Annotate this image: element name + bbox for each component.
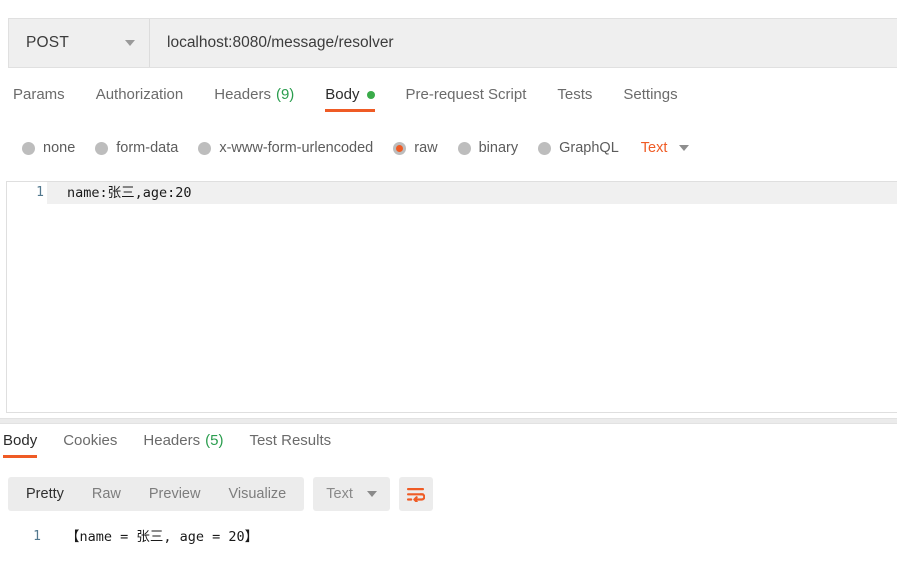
line-number: 1 (33, 529, 41, 544)
response-tab-bar: Body Cookies Headers (5) Test Results (0, 432, 897, 462)
response-viewer-toolbar: Pretty Raw Preview Visualize Text (8, 477, 433, 511)
body-type-form-data[interactable]: form-data (95, 140, 178, 156)
body-type-x-www-form-urlencoded[interactable]: x-www-form-urlencoded (198, 140, 373, 156)
radio-icon (22, 141, 35, 155)
response-format-label: Text (326, 486, 353, 502)
response-line-text: 【name = 张三, age = 20】 (66, 529, 259, 545)
tab-settings-label: Settings (623, 86, 678, 103)
view-mode-preview[interactable]: Preview (135, 477, 215, 511)
tab-headers-label: Headers (214, 86, 271, 103)
editor-line: 1 name:张三,age:20 (7, 182, 897, 204)
tab-body-label: Body (325, 86, 360, 103)
body-type-none[interactable]: none (22, 140, 75, 156)
line-number: 1 (36, 185, 44, 200)
request-url-bar: POST localhost:8080/message/resolver (8, 18, 897, 68)
response-view-mode-group: Pretty Raw Preview Visualize (8, 477, 305, 511)
response-tab-headers-count: (5) (205, 432, 224, 449)
tab-params[interactable]: Params (13, 86, 65, 112)
response-tab-test-results-label: Test Results (249, 432, 332, 449)
radio-icon (198, 141, 212, 155)
body-present-indicator-icon (366, 90, 375, 99)
tab-tests[interactable]: Tests (557, 86, 592, 112)
http-method-label: POST (26, 34, 70, 51)
line-highlight: name:张三,age:20 (47, 182, 897, 204)
body-type-graphql-label: GraphQL (559, 140, 619, 156)
view-mode-visualize[interactable]: Visualize (214, 477, 300, 511)
radio-icon (457, 141, 471, 155)
request-tab-bar: Params Authorization Headers (9) Body Pr… (0, 86, 897, 119)
url-input[interactable]: localhost:8080/message/resolver (150, 19, 897, 67)
chevron-down-icon (125, 40, 135, 46)
word-wrap-icon (407, 487, 426, 502)
body-type-radio-group: none form-data x-www-form-urlencoded raw… (0, 133, 897, 163)
tab-authorization-label: Authorization (95, 86, 184, 103)
tab-params-label: Params (13, 86, 65, 103)
body-type-raw[interactable]: raw (393, 140, 438, 156)
body-type-none-label: none (43, 140, 76, 156)
chevron-down-icon (366, 491, 377, 497)
pane-resize-handle[interactable] (0, 418, 897, 424)
radio-icon (95, 141, 109, 155)
tab-tests-label: Tests (557, 86, 593, 103)
body-type-x-www-form-urlencoded-label: x-www-form-urlencoded (219, 140, 374, 156)
view-mode-raw[interactable]: Raw (78, 477, 135, 511)
view-mode-pretty[interactable]: Pretty (12, 477, 78, 511)
response-tab-headers[interactable]: Headers (5) (143, 432, 223, 458)
body-type-graphql[interactable]: GraphQL (538, 140, 619, 156)
response-tab-test-results[interactable]: Test Results (249, 432, 331, 458)
tab-authorization[interactable]: Authorization (96, 86, 184, 112)
tab-headers-count: (9) (275, 86, 295, 103)
http-method-selector[interactable]: POST (9, 19, 150, 67)
response-line: 1 【name = 张三, age = 20】 (0, 525, 897, 549)
raw-format-dropdown[interactable]: Text (641, 140, 690, 156)
raw-format-label: Text (640, 140, 668, 156)
radio-icon (538, 141, 552, 155)
body-type-binary[interactable]: binary (457, 140, 519, 156)
response-tab-cookies[interactable]: Cookies (63, 432, 117, 458)
tab-pre-request-script-label: Pre-request Script (405, 86, 527, 103)
chevron-down-icon (679, 145, 690, 151)
body-type-form-data-label: form-data (116, 140, 179, 156)
tab-headers[interactable]: Headers (9) (214, 86, 294, 112)
body-type-binary-label: binary (478, 140, 519, 156)
response-tab-headers-label: Headers (143, 432, 201, 449)
response-format-dropdown[interactable]: Text (313, 477, 390, 511)
radio-selected-icon (393, 141, 407, 155)
word-wrap-toggle-button[interactable] (398, 477, 433, 511)
editor-line-text: name:张三,age:20 (67, 185, 192, 201)
response-tab-body[interactable]: Body (3, 432, 38, 458)
tab-settings[interactable]: Settings (623, 86, 677, 112)
tab-body[interactable]: Body (325, 86, 375, 112)
request-body-editor[interactable]: 1 name:张三,age:20 (6, 181, 897, 413)
tab-pre-request-script[interactable]: Pre-request Script (406, 86, 527, 112)
response-tab-body-label: Body (3, 432, 38, 449)
response-tab-cookies-label: Cookies (63, 432, 118, 449)
response-body-viewer[interactable]: 1 【name = 张三, age = 20】 (0, 525, 897, 563)
body-type-raw-label: raw (414, 140, 438, 156)
url-text: localhost:8080/message/resolver (167, 34, 394, 51)
